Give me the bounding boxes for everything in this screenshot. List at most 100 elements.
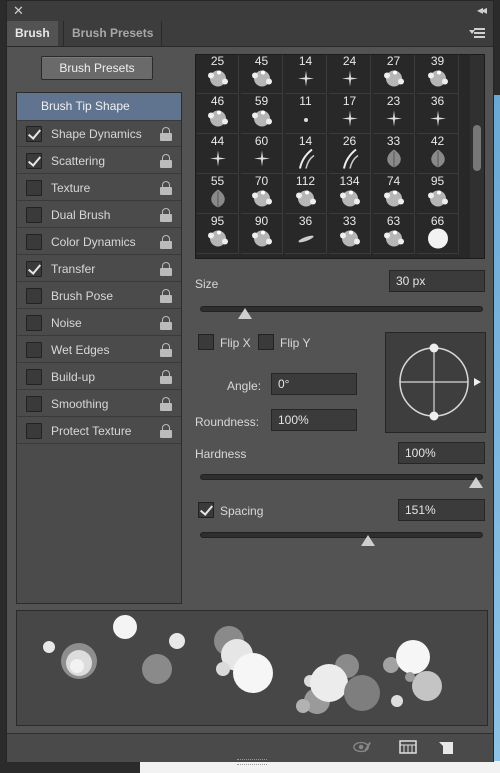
brush-tip-cell[interactable]: 74: [373, 174, 415, 214]
brush-tip-cell[interactable]: 26: [329, 134, 371, 174]
brush-tip-cell[interactable]: 23: [373, 94, 415, 134]
brush-tip-cell[interactable]: 45: [241, 55, 283, 94]
list-item-checkbox[interactable]: [26, 261, 42, 277]
list-item-wet-edges[interactable]: Wet Edges: [17, 337, 181, 363]
lock-icon[interactable]: [160, 127, 172, 141]
list-item-checkbox[interactable]: [26, 342, 42, 358]
lock-icon[interactable]: [160, 262, 172, 276]
list-item-checkbox[interactable]: [26, 423, 42, 439]
brush-tip-cell[interactable]: 33: [329, 214, 371, 254]
brush-tip-cell[interactable]: 46: [197, 94, 239, 134]
brush-tip-cell[interactable]: 95: [417, 174, 459, 214]
list-item-checkbox[interactable]: [26, 180, 42, 196]
brush-presets-button[interactable]: Brush Presets: [41, 56, 153, 80]
angle-roundness-widget[interactable]: [385, 332, 486, 433]
grid-panel-icon[interactable]: [399, 739, 417, 755]
brush-tip-cell[interactable]: 66: [417, 214, 459, 254]
angle-field[interactable]: 0°: [271, 373, 357, 395]
brush-tip-cell[interactable]: 95: [197, 214, 239, 254]
brush-tip-cell[interactable]: 134: [329, 174, 371, 214]
brush-tip-cell[interactable]: 112: [285, 174, 327, 214]
list-item-shape-dynamics[interactable]: Shape Dynamics: [17, 121, 181, 147]
brush-tip-cell[interactable]: 63: [373, 214, 415, 254]
spacing-checkbox[interactable]: [198, 502, 214, 518]
brush-tip-cell[interactable]: 24: [329, 55, 371, 94]
scrollbar-thumb[interactable]: [473, 125, 481, 171]
lock-icon[interactable]: [160, 316, 172, 330]
brush-tip-size: 26: [342, 134, 357, 148]
list-item-scattering[interactable]: Scattering: [17, 148, 181, 174]
lock-icon[interactable]: [160, 208, 172, 222]
lock-icon[interactable]: [160, 370, 172, 384]
list-item-checkbox[interactable]: [26, 234, 42, 250]
brush-tip-size: 95: [430, 174, 445, 188]
lock-icon[interactable]: [160, 289, 172, 303]
brush-tip-cell[interactable]: 14: [285, 54, 327, 94]
lock-icon[interactable]: [160, 397, 172, 411]
resize-handle[interactable]: [237, 759, 267, 765]
brush-tip-cell[interactable]: 60: [241, 134, 283, 174]
list-item-texture[interactable]: Texture: [17, 175, 181, 201]
size-field[interactable]: 30 px: [389, 270, 485, 292]
brush-tip-cell[interactable]: 42: [417, 134, 459, 174]
spacing-field[interactable]: 151%: [398, 499, 485, 521]
tab-brush[interactable]: Brush: [7, 21, 58, 46]
list-item-checkbox[interactable]: [26, 126, 42, 142]
list-item-smoothing[interactable]: Smoothing: [17, 391, 181, 417]
roundness-field[interactable]: 100%: [271, 409, 357, 431]
lock-icon[interactable]: [160, 181, 172, 195]
list-item-brush-pose[interactable]: Brush Pose: [17, 283, 181, 309]
tab-brush-presets[interactable]: Brush Presets: [63, 21, 163, 46]
list-item-build-up[interactable]: Build-up: [17, 364, 181, 390]
close-icon[interactable]: ✕: [13, 3, 24, 19]
lock-icon[interactable]: [160, 343, 172, 357]
list-item-transfer[interactable]: Transfer: [17, 256, 181, 282]
brush-tip-grid[interactable]: 25 45 14 24 27 39 46 59 11 17 23 36 44 60 14 26 33 42 55 70…: [195, 54, 485, 259]
hardness-slider-knob[interactable]: [469, 477, 483, 488]
new-preset-icon[interactable]: [437, 739, 455, 755]
list-item-checkbox[interactable]: [26, 288, 42, 304]
angle-dial-icon[interactable]: [386, 333, 485, 432]
spacing-slider-knob[interactable]: [361, 535, 376, 546]
brush-tip-size: 14: [298, 54, 313, 68]
size-slider-knob[interactable]: [237, 308, 252, 319]
list-item-dual-brush[interactable]: Dual Brush: [17, 202, 181, 228]
list-item-color-dynamics[interactable]: Color Dynamics: [17, 229, 181, 255]
brush-tip-cell[interactable]: 25: [197, 55, 239, 94]
brush-tip-cell[interactable]: 27: [373, 55, 415, 94]
brush-tip-cell[interactable]: 39: [417, 55, 459, 94]
splat-brush-icon: [249, 189, 275, 212]
list-item-checkbox[interactable]: [26, 369, 42, 385]
brush-tip-cell[interactable]: 17: [329, 94, 371, 134]
lock-icon[interactable]: [160, 154, 172, 168]
list-item-noise[interactable]: Noise: [17, 310, 181, 336]
collapse-icon[interactable]: ◂◂: [477, 3, 487, 17]
eye-brush-icon[interactable]: [353, 739, 371, 755]
flip-y-checkbox[interactable]: [258, 334, 274, 350]
grid-scrollbar[interactable]: [470, 55, 484, 258]
panel-menu-icon[interactable]: [469, 27, 485, 39]
list-item-checkbox[interactable]: [26, 153, 42, 169]
brush-tip-shape-item[interactable]: Brush Tip Shape: [17, 93, 181, 121]
brush-tip-cell[interactable]: 70: [241, 174, 283, 214]
brush-tip-cell[interactable]: 36: [285, 214, 327, 254]
brush-tip-cell[interactable]: 90: [241, 214, 283, 254]
brush-tip-cell[interactable]: 36: [417, 94, 459, 134]
brush-tip-cell[interactable]: 55: [197, 174, 239, 214]
list-item-checkbox[interactable]: [26, 207, 42, 223]
spacing-slider[interactable]: [200, 532, 483, 538]
hardness-field[interactable]: 100%: [398, 442, 485, 464]
brush-tip-cell[interactable]: 44: [197, 134, 239, 174]
brush-tip-cell[interactable]: 14: [285, 134, 327, 174]
brush-tip-cell[interactable]: 33: [373, 134, 415, 174]
list-item-checkbox[interactable]: [26, 396, 42, 412]
list-item-protect-texture[interactable]: Protect Texture: [17, 418, 181, 444]
lock-icon[interactable]: [160, 424, 172, 438]
brush-tip-size: 70: [254, 174, 269, 188]
brush-tip-cell[interactable]: 11: [285, 94, 327, 134]
list-item-checkbox[interactable]: [26, 315, 42, 331]
hardness-slider[interactable]: [200, 474, 483, 480]
lock-icon[interactable]: [160, 235, 172, 249]
flip-x-checkbox[interactable]: [198, 334, 214, 350]
brush-tip-cell[interactable]: 59: [241, 94, 283, 134]
